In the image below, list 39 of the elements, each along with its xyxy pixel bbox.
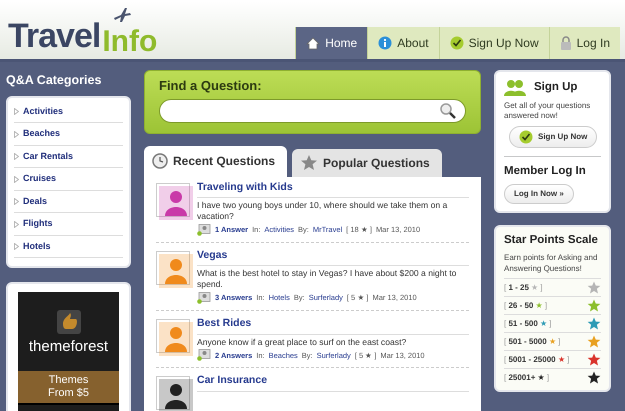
nav-tab[interactable]: Log In <box>548 27 620 59</box>
tab[interactable]: Popular Questions <box>292 148 442 176</box>
category-link[interactable]: Hotels <box>23 240 51 254</box>
login-title: Member Log In <box>504 164 587 179</box>
points-range: [ 1 - 25 ★ ] <box>504 282 543 294</box>
category-link[interactable]: Flights <box>23 217 52 231</box>
category-link[interactable]: Beaches <box>23 127 60 141</box>
search-title: Find a Question: <box>159 77 263 95</box>
question-text: What is the best hotel to stay in Vegas? I have about $200 a night to spend. <box>197 268 458 290</box>
signup-title: Sign Up <box>534 80 578 96</box>
points-range: [ 26 - 50 ★ ] <box>504 300 548 312</box>
category-link[interactable]: Car Rentals <box>23 150 74 164</box>
question-title[interactable]: Best Rides <box>197 316 469 335</box>
points-range: [ 5001 - 25000 ★ ] <box>504 354 570 366</box>
category-link[interactable]: Cruises <box>23 172 56 186</box>
question-text: Anyone know if a great place to surf on the east coast? <box>197 336 408 348</box>
question-title[interactable]: Vegas <box>197 248 469 266</box>
tab[interactable]: Recent Questions <box>144 146 288 176</box>
brand-name: themeforest <box>28 337 108 358</box>
signup-button[interactable]: Sign Up Now <box>509 126 598 148</box>
logo-text: Info <box>102 31 158 53</box>
scale-text: Earn points for Asking and Answering Questions! <box>504 253 598 274</box>
category-link[interactable]: Activities <box>23 104 64 118</box>
points-range: [ 25001+ ★ ] <box>504 372 550 384</box>
login-button[interactable]: Log In Now » <box>504 184 574 204</box>
points-range: [ 501 - 5000 ★ ] <box>504 336 560 348</box>
question-title[interactable]: Car Insurance <box>197 373 469 392</box>
category-link[interactable]: Deals <box>23 194 48 208</box>
nav-tab[interactable]: About <box>367 27 439 59</box>
scale-title: Star Points Scale <box>504 233 599 248</box>
logo-text: Travel <box>8 19 100 53</box>
section-title: Q&A Categories <box>6 72 102 89</box>
question-text: I have two young boys under 10, where should we take them on a vacation? <box>197 200 448 222</box>
signup-text: Get all of your questions answered now! <box>504 101 592 122</box>
nav-tab[interactable]: Home <box>295 27 368 59</box>
ad-caption: Themes From $5 <box>18 370 119 406</box>
points-range: [ 51 - 500 ★ ] <box>504 318 552 330</box>
question-title[interactable]: Traveling with Kids <box>197 180 469 198</box>
nav-tab[interactable]: Sign Up Now <box>438 27 549 59</box>
